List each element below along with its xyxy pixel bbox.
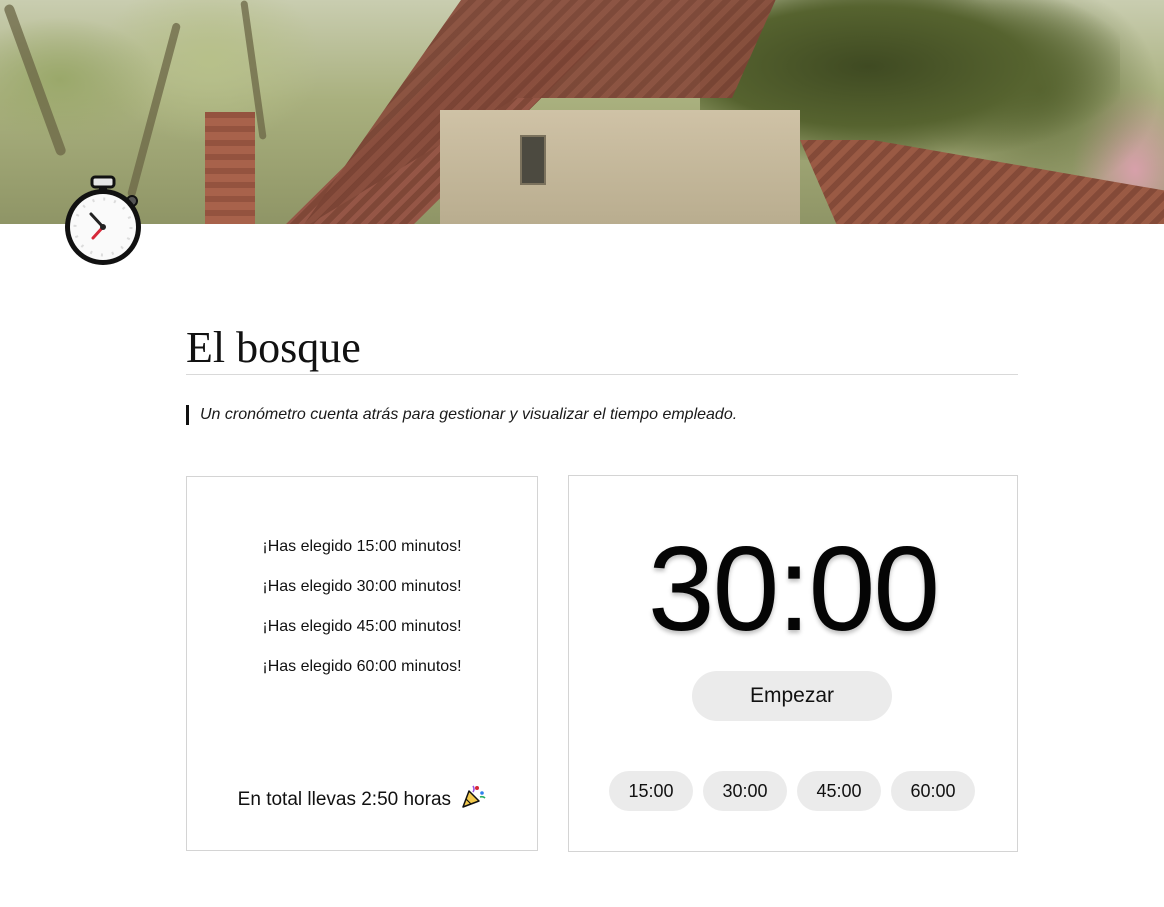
history-list: ¡Has elegido 15:00 minutos! ¡Has elegido…: [187, 537, 537, 697]
history-line: ¡Has elegido 30:00 minutos!: [262, 578, 462, 595]
total-time: En total llevas 2:50 horas: [187, 783, 537, 814]
total-time-text: En total llevas 2:50 horas: [237, 789, 452, 810]
history-line: ¡Has elegido 15:00 minutos!: [262, 538, 462, 555]
page-title: El bosque: [186, 322, 1018, 375]
preset-45-button[interactable]: 45:00: [797, 771, 881, 811]
timer-panel: 30:00 Empezar 15:00 30:00 45:00 60:00: [568, 475, 1018, 852]
preset-30-button[interactable]: 30:00: [703, 771, 787, 811]
history-line: ¡Has elegido 45:00 minutos!: [262, 618, 462, 635]
preset-buttons: 15:00 30:00 45:00 60:00: [609, 771, 975, 811]
page-description: Un cronómetro cuenta atrás para gestiona…: [186, 405, 1018, 425]
cover-image: [0, 0, 1164, 224]
page-content: El bosque Un cronómetro cuenta atrás par…: [186, 322, 1018, 852]
preset-60-button[interactable]: 60:00: [891, 771, 975, 811]
history-line: ¡Has elegido 60:00 minutos!: [262, 658, 462, 675]
start-button[interactable]: Empezar: [692, 671, 892, 721]
preset-15-button[interactable]: 15:00: [609, 771, 693, 811]
party-popper-icon: [460, 783, 486, 809]
timer-display: 30:00: [647, 522, 940, 656]
stopwatch-icon[interactable]: [60, 174, 148, 270]
history-panel: ¡Has elegido 15:00 minutos! ¡Has elegido…: [186, 476, 538, 851]
